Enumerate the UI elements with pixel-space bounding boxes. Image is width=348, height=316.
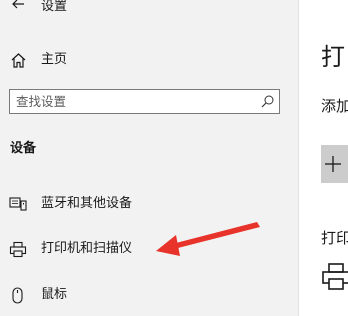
- sidebar-item-label: 鼠标: [41, 287, 68, 302]
- printer-icon[interactable]: [321, 262, 348, 292]
- sidebar: 设置 主页 设备 蓝牙和其他设备 打印机和扫描仪: [0, 0, 299, 316]
- printer-icon: [9, 241, 27, 258]
- plus-icon: [325, 156, 341, 172]
- main-panel: 打 添加 打印: [299, 0, 348, 316]
- sidebar-item-label: 主页: [41, 52, 68, 67]
- section-heading-devices: 设备: [10, 141, 37, 156]
- sidebar-item-label: 蓝牙和其他设备: [41, 196, 133, 211]
- printers-section-label: 打印: [321, 229, 348, 247]
- search-input[interactable]: [10, 90, 256, 113]
- sidebar-item-printers-scanners[interactable]: 打印机和扫描仪: [0, 234, 298, 264]
- mouse-icon: [12, 287, 23, 304]
- search-icon[interactable]: [260, 94, 275, 109]
- window-title: 设置: [41, 0, 68, 14]
- sidebar-item-label: 打印机和扫描仪: [41, 241, 133, 256]
- add-printer-label: 添加: [321, 97, 348, 115]
- sidebar-item-bluetooth[interactable]: 蓝牙和其他设备: [0, 189, 298, 219]
- search-box[interactable]: [9, 89, 280, 114]
- page-title: 打: [321, 43, 345, 71]
- add-printer-button[interactable]: [321, 145, 348, 183]
- back-arrow-icon[interactable]: [8, 0, 30, 18]
- home-icon: [11, 53, 26, 68]
- sidebar-item-mouse[interactable]: 鼠标: [0, 280, 298, 310]
- sidebar-item-home[interactable]: 主页: [0, 46, 298, 74]
- bluetooth-devices-icon: [9, 197, 27, 211]
